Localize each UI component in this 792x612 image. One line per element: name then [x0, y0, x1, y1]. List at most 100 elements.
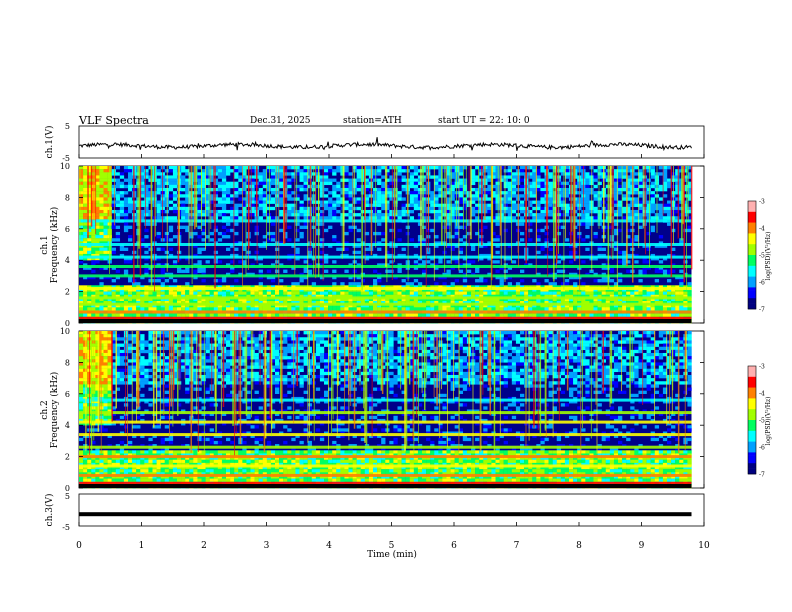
spectrogram-cell — [226, 228, 231, 233]
spectrogram-cell — [373, 191, 378, 195]
spectrogram-cell — [442, 282, 447, 286]
spectrogram-cell — [221, 178, 227, 182]
spectrogram-cell — [618, 191, 623, 195]
spectrogram-cell — [393, 313, 398, 317]
spectrogram-cell — [650, 166, 655, 170]
spectrogram-cell — [438, 291, 443, 295]
spectrogram-cell — [168, 307, 174, 311]
sferic-streak — [266, 166, 267, 250]
spectrogram-cell — [536, 181, 541, 186]
sferic-streak — [458, 166, 460, 271]
spectrogram-cell — [634, 191, 639, 195]
spectrogram-cell — [585, 313, 590, 317]
spectrogram-cell — [279, 279, 284, 283]
spectrogram-cell — [585, 291, 590, 295]
spectrogram-cell — [91, 291, 96, 295]
spectrogram-cell — [536, 250, 541, 255]
spectrogram-cell — [336, 209, 341, 214]
spectrogram-cell — [279, 209, 284, 214]
spectrogram-cell — [532, 279, 537, 283]
spectrogram-cell — [79, 346, 84, 351]
spectrogram-cell — [675, 216, 680, 220]
sferic-streak — [195, 166, 198, 228]
figure-canvas: VLF Spectra Dec.31, 2025 station=ATH sta… — [40, 114, 772, 560]
sferic-streak — [386, 166, 388, 283]
spectrogram-cell — [413, 166, 419, 170]
spectrogram-cell — [340, 307, 345, 311]
spectrogram-cell — [111, 209, 116, 214]
spectrogram-cell — [226, 235, 231, 239]
spectrogram-cell — [181, 307, 186, 311]
spectrogram-cell — [646, 260, 651, 264]
spectrogram-cell — [593, 191, 598, 195]
spectrogram-cell — [401, 291, 406, 295]
spectrogram-cell — [499, 282, 504, 286]
sferic-streak — [565, 166, 566, 239]
spectrogram-cell — [128, 260, 133, 264]
spectrogram-cell — [569, 313, 574, 317]
spectrogram-cell — [168, 238, 174, 242]
ch1-waveform-frame — [78, 125, 705, 159]
spectrogram-cell — [573, 307, 578, 311]
colorbar-swatch — [748, 287, 756, 291]
spectrogram-cell — [401, 178, 406, 182]
spectrogram-cell — [413, 178, 419, 182]
spectrogram-cell — [103, 250, 108, 255]
spectrogram-cell — [438, 313, 443, 317]
spectrogram-cell — [495, 200, 500, 204]
spectrogram-cell — [79, 334, 84, 338]
spectrogram-cell — [662, 216, 668, 220]
spectrogram-cell — [128, 313, 133, 317]
spectrogram-cell — [646, 231, 651, 236]
spectrogram-cell — [344, 231, 349, 236]
spectrogram-cell — [295, 209, 300, 214]
sferic-streak — [95, 166, 97, 234]
spectrogram-cell — [352, 184, 357, 189]
spectrogram-cell — [181, 203, 186, 208]
spectrogram-cell — [295, 313, 300, 317]
spectrogram-cell — [226, 172, 231, 176]
spectrogram-cell — [123, 269, 129, 273]
spectrogram-cell — [618, 203, 623, 208]
spectrogram-cell — [79, 387, 84, 391]
spectrogram-cell — [446, 260, 451, 264]
sferic-streak — [607, 166, 610, 290]
spectrogram-cell — [217, 166, 223, 170]
spectrogram-cell — [177, 291, 182, 295]
spectrogram-cell — [544, 279, 549, 283]
spectrogram-cell — [303, 260, 308, 264]
sferic-streak — [425, 166, 427, 287]
spectrogram-cell — [667, 279, 672, 283]
spectrogram-cell — [585, 216, 590, 220]
spectrogram-cell — [83, 478, 88, 482]
spectrogram-cell — [238, 260, 243, 264]
spectrogram-cell — [295, 194, 300, 198]
spectrogram-cell — [597, 291, 602, 295]
spectrogram-cell — [79, 368, 84, 373]
spectrogram-cell — [536, 206, 541, 211]
spectrogram-cell — [454, 228, 459, 233]
spectrogram-cell — [181, 313, 186, 317]
spectrogram-cell — [479, 313, 484, 317]
spectrogram-cell — [144, 172, 149, 176]
spectrogram-cell — [536, 200, 541, 204]
spectrogram-cell — [381, 191, 386, 195]
spectrogram-cell — [377, 222, 382, 226]
spectrogram-cell — [618, 172, 623, 176]
spectrogram-cell — [83, 291, 88, 295]
spectrogram-cell — [303, 269, 308, 273]
spectrogram-cell — [79, 352, 84, 357]
spectrogram-cell — [667, 307, 672, 311]
spectrogram-cell — [511, 175, 517, 179]
spectrogram-cell — [348, 228, 353, 233]
spectrogram-cell — [646, 166, 651, 170]
spectrogram-cell — [83, 343, 88, 347]
spectrogram-cell — [103, 172, 108, 176]
spectrogram-cell — [315, 172, 321, 176]
spectrogram-cell — [417, 282, 423, 286]
spectrogram-cell — [156, 307, 161, 311]
spectrogram-cell — [593, 307, 598, 311]
spectrogram-cell — [136, 313, 141, 317]
sferic-streak — [511, 166, 512, 264]
spectrogram-cell — [168, 181, 174, 186]
